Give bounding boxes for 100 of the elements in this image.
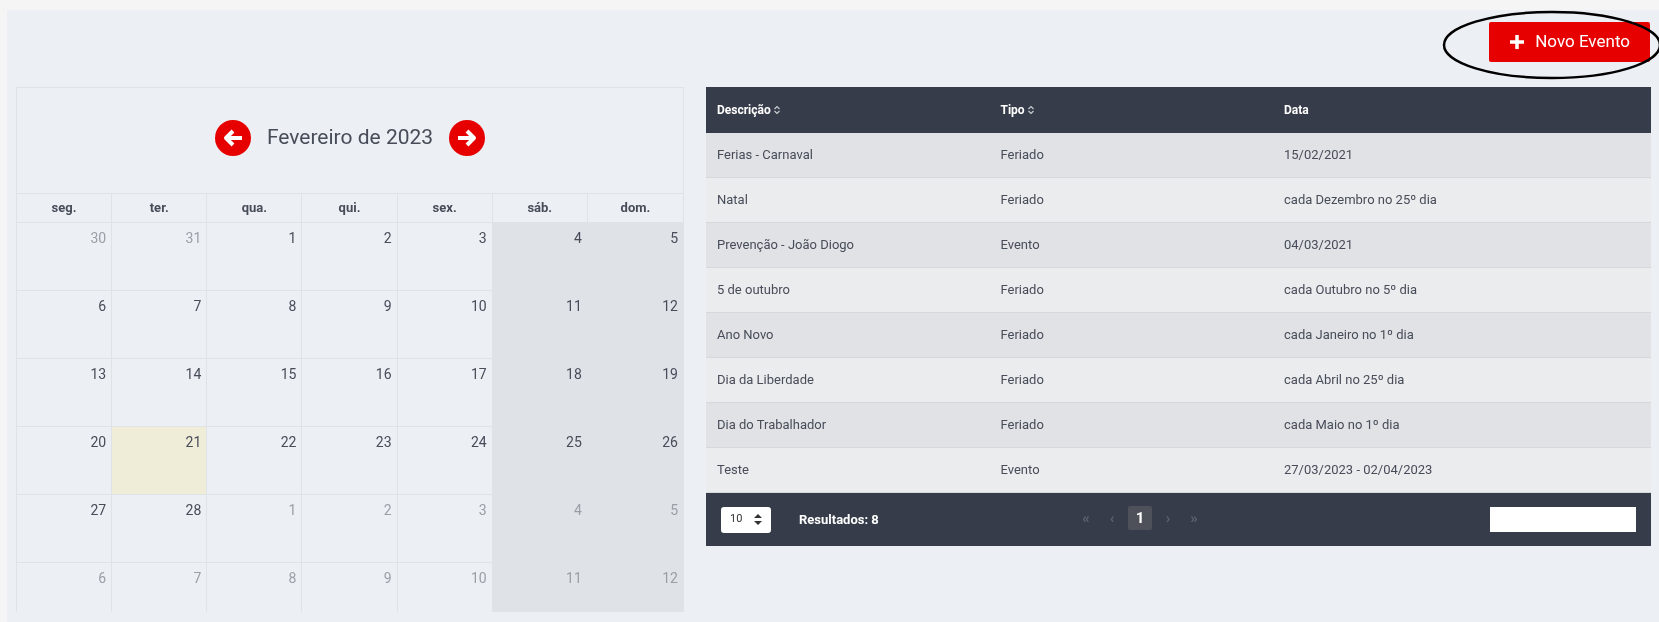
day-number: 4 <box>573 501 582 519</box>
table-cell-text: Teste <box>716 461 750 480</box>
day-number: 7 <box>193 297 202 315</box>
next-month-button[interactable] <box>449 119 486 156</box>
day-number: 13 <box>90 365 107 383</box>
calendar-day[interactable]: 11 <box>492 291 588 359</box>
day-number: 5 <box>670 501 678 519</box>
table-cell-text: 27/03/2023 - 02/04/2023 <box>1283 461 1434 480</box>
table-cell-text: 5 de outubro <box>716 281 791 300</box>
table-cell-text: Feriado <box>999 416 1045 435</box>
table-row[interactable]: Dia da Liberdade Feriado cada Abril no 25º dia <box>706 358 1651 403</box>
day-number: 1 <box>288 501 297 519</box>
day-number: 9 <box>383 569 392 587</box>
weekday-header: seg. <box>17 194 113 223</box>
table-cell-text: Dia da Liberdade <box>716 371 815 390</box>
table-row[interactable]: 5 de outubro Feriado cada Outubro no 5º dia <box>706 268 1651 313</box>
calendar-day[interactable]: 9 <box>302 291 398 359</box>
day-number: 21 <box>185 433 202 451</box>
calendar-day[interactable]: 3 <box>397 223 493 291</box>
day-number: 16 <box>375 365 392 383</box>
calendar-day[interactable]: 2 <box>302 223 398 291</box>
calendar-day[interactable]: 27 <box>17 495 113 563</box>
table-cell-text: Feriado <box>999 326 1045 345</box>
day-number: 6 <box>98 297 107 315</box>
day-number: 10 <box>470 569 487 587</box>
day-number: 14 <box>185 365 202 383</box>
day-number: 12 <box>662 569 678 587</box>
table-cell-text: cada Dezembro no 25º dia <box>1283 191 1438 210</box>
day-number: 11 <box>566 569 582 587</box>
table-row[interactable]: Ano Novo Feriado cada Janeiro no 1º dia <box>706 313 1651 358</box>
day-number: 24 <box>470 433 487 451</box>
table-cell-text: Evento <box>999 236 1041 255</box>
column-header[interactable]: Descrição <box>717 101 771 119</box>
day-number: 28 <box>185 501 202 519</box>
calendar-day[interactable]: 12 <box>587 291 683 359</box>
day-number: 19 <box>662 365 678 383</box>
calendar-day[interactable]: 5 <box>587 223 683 291</box>
day-number: 25 <box>566 433 582 451</box>
sort-icon[interactable] <box>773 105 780 115</box>
results-count: Resultados: 8 <box>799 510 879 529</box>
plus-icon <box>1509 34 1526 50</box>
day-number: 9 <box>383 297 392 315</box>
previous-month-button[interactable] <box>214 119 251 156</box>
table-cell-text: Dia do Trabalhador <box>716 416 828 435</box>
page-button[interactable]: 1 <box>1128 506 1152 530</box>
table-cell-text: cada Outubro no 5º dia <box>1283 281 1419 300</box>
calendar-day[interactable]: 23 <box>302 427 398 495</box>
calendar-title: Fevereiro de 2023 <box>266 123 434 151</box>
calendar-day[interactable]: 17 <box>397 359 493 427</box>
calendar-day[interactable]: 25 <box>492 427 588 495</box>
day-number: 20 <box>90 433 107 451</box>
table-cell-text: Natal <box>716 191 749 210</box>
calendar-day[interactable]: 6 <box>17 291 113 359</box>
day-number: 5 <box>670 229 678 247</box>
table-cell-text: cada Janeiro no 1º dia <box>1283 326 1415 345</box>
day-number: 10 <box>470 297 487 315</box>
day-number: 2 <box>383 501 392 519</box>
table-cell-text: Prevenção - João Diogo <box>716 236 856 255</box>
calendar-day[interactable]: 13 <box>17 359 113 427</box>
day-number: 22 <box>280 433 297 451</box>
calendar-day[interactable]: 26 <box>587 427 683 495</box>
calendar-day[interactable]: 15 <box>207 359 303 427</box>
weekday-header: sex. <box>397 194 493 223</box>
weekday-header: ter. <box>112 194 208 223</box>
day-number: 31 <box>185 229 202 247</box>
calendar-day[interactable]: 24 <box>397 427 493 495</box>
day-number: 18 <box>566 365 582 383</box>
calendar-day[interactable]: 16 <box>302 359 398 427</box>
column-header: Data <box>1284 102 1309 119</box>
day-number: 8 <box>288 297 297 315</box>
left-arrow-icon <box>221 127 244 148</box>
page-size-select[interactable]: 10 <box>721 506 771 533</box>
table-cell-text: Ano Novo <box>716 326 775 345</box>
column-header[interactable]: Tipo <box>1000 101 1025 119</box>
calendar-day[interactable]: 18 <box>492 359 588 427</box>
calendar-day[interactable]: 10 <box>397 291 493 359</box>
calendar-day[interactable]: 8 <box>207 291 303 359</box>
calendar-day[interactable]: 7 <box>112 291 208 359</box>
calendar-day[interactable]: 21 <box>112 427 208 495</box>
calendar-day[interactable]: 1 <box>207 223 303 291</box>
day-number: 2 <box>383 229 392 247</box>
table-cell-text: 15/02/2021 <box>1283 146 1355 165</box>
calendar-day[interactable]: 4 <box>492 223 588 291</box>
weekday-header: qui. <box>302 194 398 223</box>
weekday-header: qua. <box>207 194 303 223</box>
table-row[interactable]: Teste Evento 27/03/2023 - 02/04/2023 <box>706 448 1651 493</box>
calendar-day[interactable]: 28 <box>112 495 208 563</box>
day-number: 11 <box>566 297 582 315</box>
sort-icon[interactable] <box>1027 105 1034 115</box>
calendar-day[interactable]: 22 <box>207 427 303 495</box>
day-number: 30 <box>90 229 107 247</box>
table-row[interactable]: Prevenção - João Diogo Evento 04/03/2021 <box>706 223 1651 268</box>
table-cell-text: Ferias - Carnaval <box>716 146 814 165</box>
calendar-day[interactable]: 19 <box>587 359 683 427</box>
search-field[interactable] <box>1490 507 1636 532</box>
new-event-button[interactable]: Novo Evento <box>1489 22 1650 62</box>
table-row[interactable]: Ferias - Carnaval Feriado 15/02/2021 <box>706 133 1651 178</box>
table-row[interactable]: Natal Feriado cada Dezembro no 25º dia <box>706 178 1651 223</box>
table-cell-text: Feriado <box>999 191 1045 210</box>
table-row[interactable]: Dia do Trabalhador Feriado cada Maio no 1º dia <box>706 403 1651 448</box>
